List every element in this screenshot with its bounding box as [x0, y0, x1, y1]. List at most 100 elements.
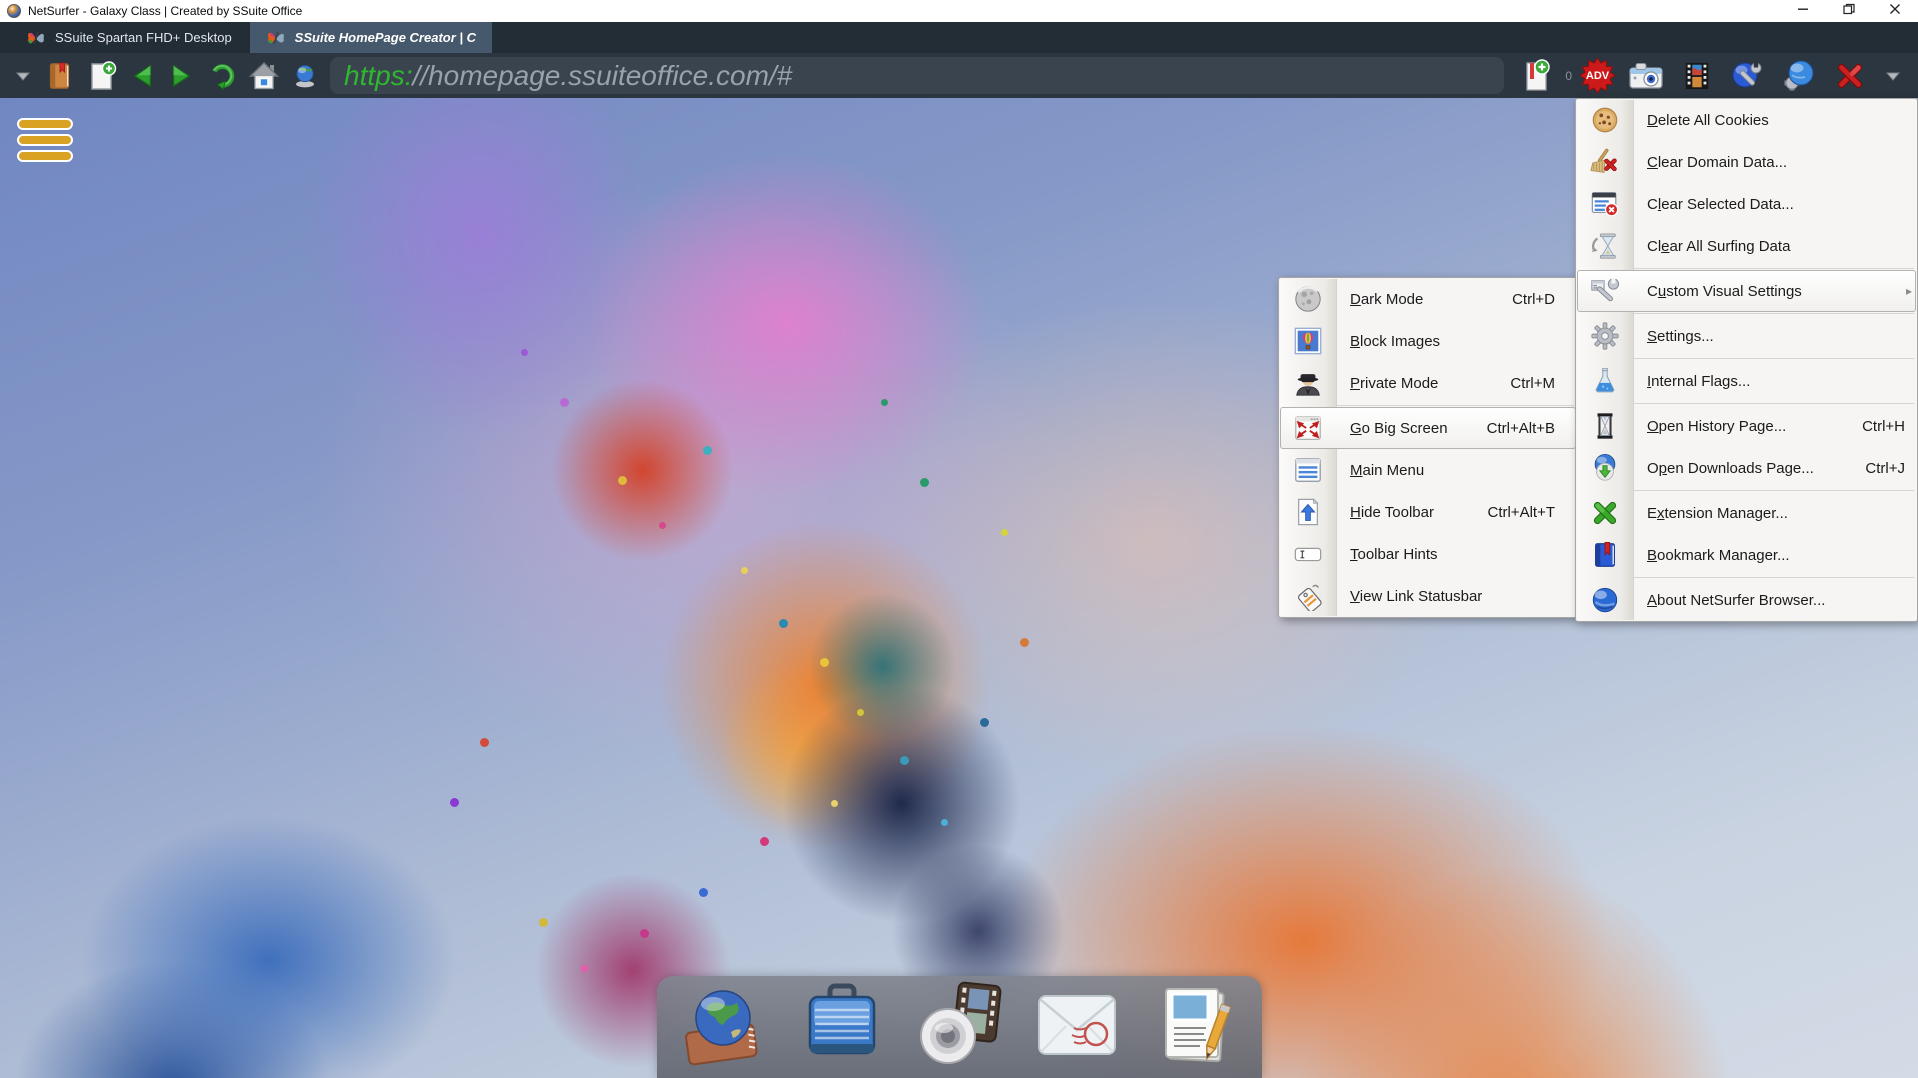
powder-speckles	[0, 98, 5, 103]
menu-separator	[1634, 490, 1914, 491]
dock-office-item[interactable]	[796, 981, 888, 1073]
menu-item-extension-manager[interactable]: Extension Manager...	[1576, 492, 1917, 534]
menu-item-open-downloads-page[interactable]: Open Downloads Page...Ctrl+J	[1576, 447, 1917, 489]
menu-item-shortcut: Ctrl+D	[1512, 291, 1555, 308]
adv-badge-label: ADV	[1579, 57, 1616, 94]
bookmarks-button[interactable]	[38, 57, 80, 95]
menu-item-label: Clear All Surfing Data	[1647, 238, 1790, 255]
menu-item-block-images[interactable]: Block Images	[1279, 320, 1577, 362]
app-dock	[657, 976, 1262, 1078]
window-controls	[1780, 0, 1918, 22]
menu-item-view-link-statusbar[interactable]: View Link Statusbar	[1279, 575, 1577, 617]
menu-item-go-big-screen[interactable]: Go Big ScreenCtrl+Alt+B	[1279, 407, 1577, 449]
red-x-icon	[1834, 60, 1866, 92]
hide-toolbar-icon	[1279, 497, 1336, 527]
page-bookmark-add-icon	[1520, 59, 1552, 93]
globe-download-icon	[1576, 453, 1633, 483]
moon-icon	[1279, 284, 1336, 314]
close-window-button[interactable]	[1872, 0, 1918, 22]
refresh-icon	[206, 61, 236, 91]
forward-button[interactable]	[162, 57, 200, 95]
menu-item-shortcut: Ctrl+Alt+T	[1487, 504, 1555, 521]
menu-item-label: Private Mode	[1350, 375, 1438, 392]
browser-tools-menu: Delete All Cookies Clear Domain Data... Cl…	[1575, 98, 1918, 622]
dock-media-item[interactable]	[913, 981, 1005, 1073]
menu-item-shortcut: Ctrl+Alt+B	[1487, 420, 1555, 437]
minimize-icon	[1797, 2, 1809, 20]
menu-item-private-mode[interactable]: Private ModeCtrl+M	[1279, 362, 1577, 404]
toolbar-overflow-button[interactable]	[8, 57, 38, 95]
menu-separator	[1634, 403, 1914, 404]
menu-item-shortcut: Ctrl+H	[1862, 418, 1905, 435]
url-protocol: https:	[344, 57, 412, 94]
tab-label: SSuite HomePage Creator | C	[295, 30, 476, 45]
hamburger-menu-button[interactable]	[17, 118, 73, 162]
cookie-icon	[1576, 105, 1633, 135]
menu-item-about-netsurfer-browser[interactable]: About NetSurfer Browser...	[1576, 579, 1917, 621]
refresh-button[interactable]	[200, 57, 242, 95]
media-button[interactable]	[1676, 57, 1718, 95]
dock-mail-item[interactable]	[1031, 981, 1123, 1073]
menu-item-clear-all-surfing-data[interactable]: Clear All Surfing Data	[1576, 225, 1917, 267]
go-button[interactable]	[286, 57, 324, 95]
extension-icon	[1576, 498, 1633, 528]
dock-web-item[interactable]	[678, 981, 770, 1073]
toolbar-right-group: 0ADV	[1514, 57, 1910, 95]
new-page-button[interactable]	[80, 57, 124, 95]
camera-icon	[1628, 61, 1664, 91]
menu-item-open-history-page[interactable]: Open History Page...Ctrl+H	[1576, 405, 1917, 447]
menu-item-toolbar-hints[interactable]: Toolbar Hints	[1279, 533, 1577, 575]
restore-button[interactable]	[1826, 0, 1872, 22]
menu-item-bookmark-manager[interactable]: Bookmark Manager...	[1576, 534, 1917, 576]
hamburger-bar	[17, 118, 73, 130]
globe-gear-icon	[1782, 59, 1816, 93]
url-text: //homepage.ssuiteoffice.com/#	[412, 57, 792, 94]
menu-item-hide-toolbar[interactable]: Hide ToolbarCtrl+Alt+T	[1279, 491, 1577, 533]
menu-item-dark-mode[interactable]: Dark ModeCtrl+D	[1279, 278, 1577, 320]
tab-1[interactable]: SSuite Spartan FHD+ Desktop	[10, 22, 248, 53]
home-button[interactable]	[242, 57, 286, 95]
menu-item-main-menu[interactable]: Main Menu	[1279, 449, 1577, 491]
butterfly-icon	[266, 28, 286, 48]
title-bar: NetSurfer - Galaxy Class | Created by SS…	[0, 0, 1918, 22]
menu-item-delete-all-cookies[interactable]: Delete All Cookies	[1576, 99, 1917, 141]
more-button[interactable]	[1878, 57, 1908, 95]
menu-item-label: Toolbar Hints	[1350, 546, 1438, 563]
menu-item-clear-selected-data[interactable]: Clear Selected Data...	[1576, 183, 1917, 225]
menu-separator	[1634, 313, 1914, 314]
minimize-button[interactable]	[1780, 0, 1826, 22]
film-icon	[1682, 60, 1712, 92]
page-add-icon	[86, 60, 118, 92]
flask-icon	[1576, 366, 1633, 396]
menu-item-settings[interactable]: Settings...	[1576, 315, 1917, 357]
adv-filter-button[interactable]: ADV	[1579, 57, 1616, 94]
main-menu-icon	[1279, 455, 1336, 485]
back-button[interactable]	[124, 57, 162, 95]
book-icon	[44, 60, 74, 92]
menu-item-label: Open Downloads Page...	[1647, 460, 1814, 477]
menu-item-label: Internal Flags...	[1647, 373, 1750, 390]
about-globe-icon	[1576, 585, 1633, 615]
menu-item-clear-domain-data[interactable]: Clear Domain Data...	[1576, 141, 1917, 183]
menu-separator	[1634, 358, 1914, 359]
balloon-image-icon	[1279, 326, 1336, 356]
menu-item-custom-visual-settings[interactable]: Custom Visual Settings▸	[1576, 270, 1917, 312]
dock-mail-icon	[1032, 980, 1122, 1075]
add-bookmark-button[interactable]	[1514, 57, 1558, 95]
bookmark-book-icon	[1576, 540, 1633, 570]
menu-item-label: Extension Manager...	[1647, 505, 1788, 522]
globe-wrench-icon	[1730, 59, 1764, 93]
wrench-window-icon	[1576, 276, 1633, 306]
menu-item-internal-flags[interactable]: Internal Flags...	[1576, 360, 1917, 402]
address-bar[interactable]: https://homepage.ssuiteoffice.com/#	[330, 57, 1504, 94]
tab-2[interactable]: SSuite HomePage Creator | C	[250, 22, 492, 53]
repair-button[interactable]	[1724, 57, 1770, 95]
menu-item-label: Clear Domain Data...	[1647, 154, 1787, 171]
dock-journal-item[interactable]	[1149, 981, 1241, 1073]
menu-item-label: View Link Statusbar	[1350, 588, 1482, 605]
link-statusbar-icon	[1279, 581, 1336, 611]
hourglass-refresh-icon	[1576, 231, 1633, 261]
web-settings-button[interactable]	[1776, 57, 1822, 95]
screenshot-button[interactable]	[1622, 57, 1670, 95]
close-page-button[interactable]	[1828, 57, 1872, 95]
